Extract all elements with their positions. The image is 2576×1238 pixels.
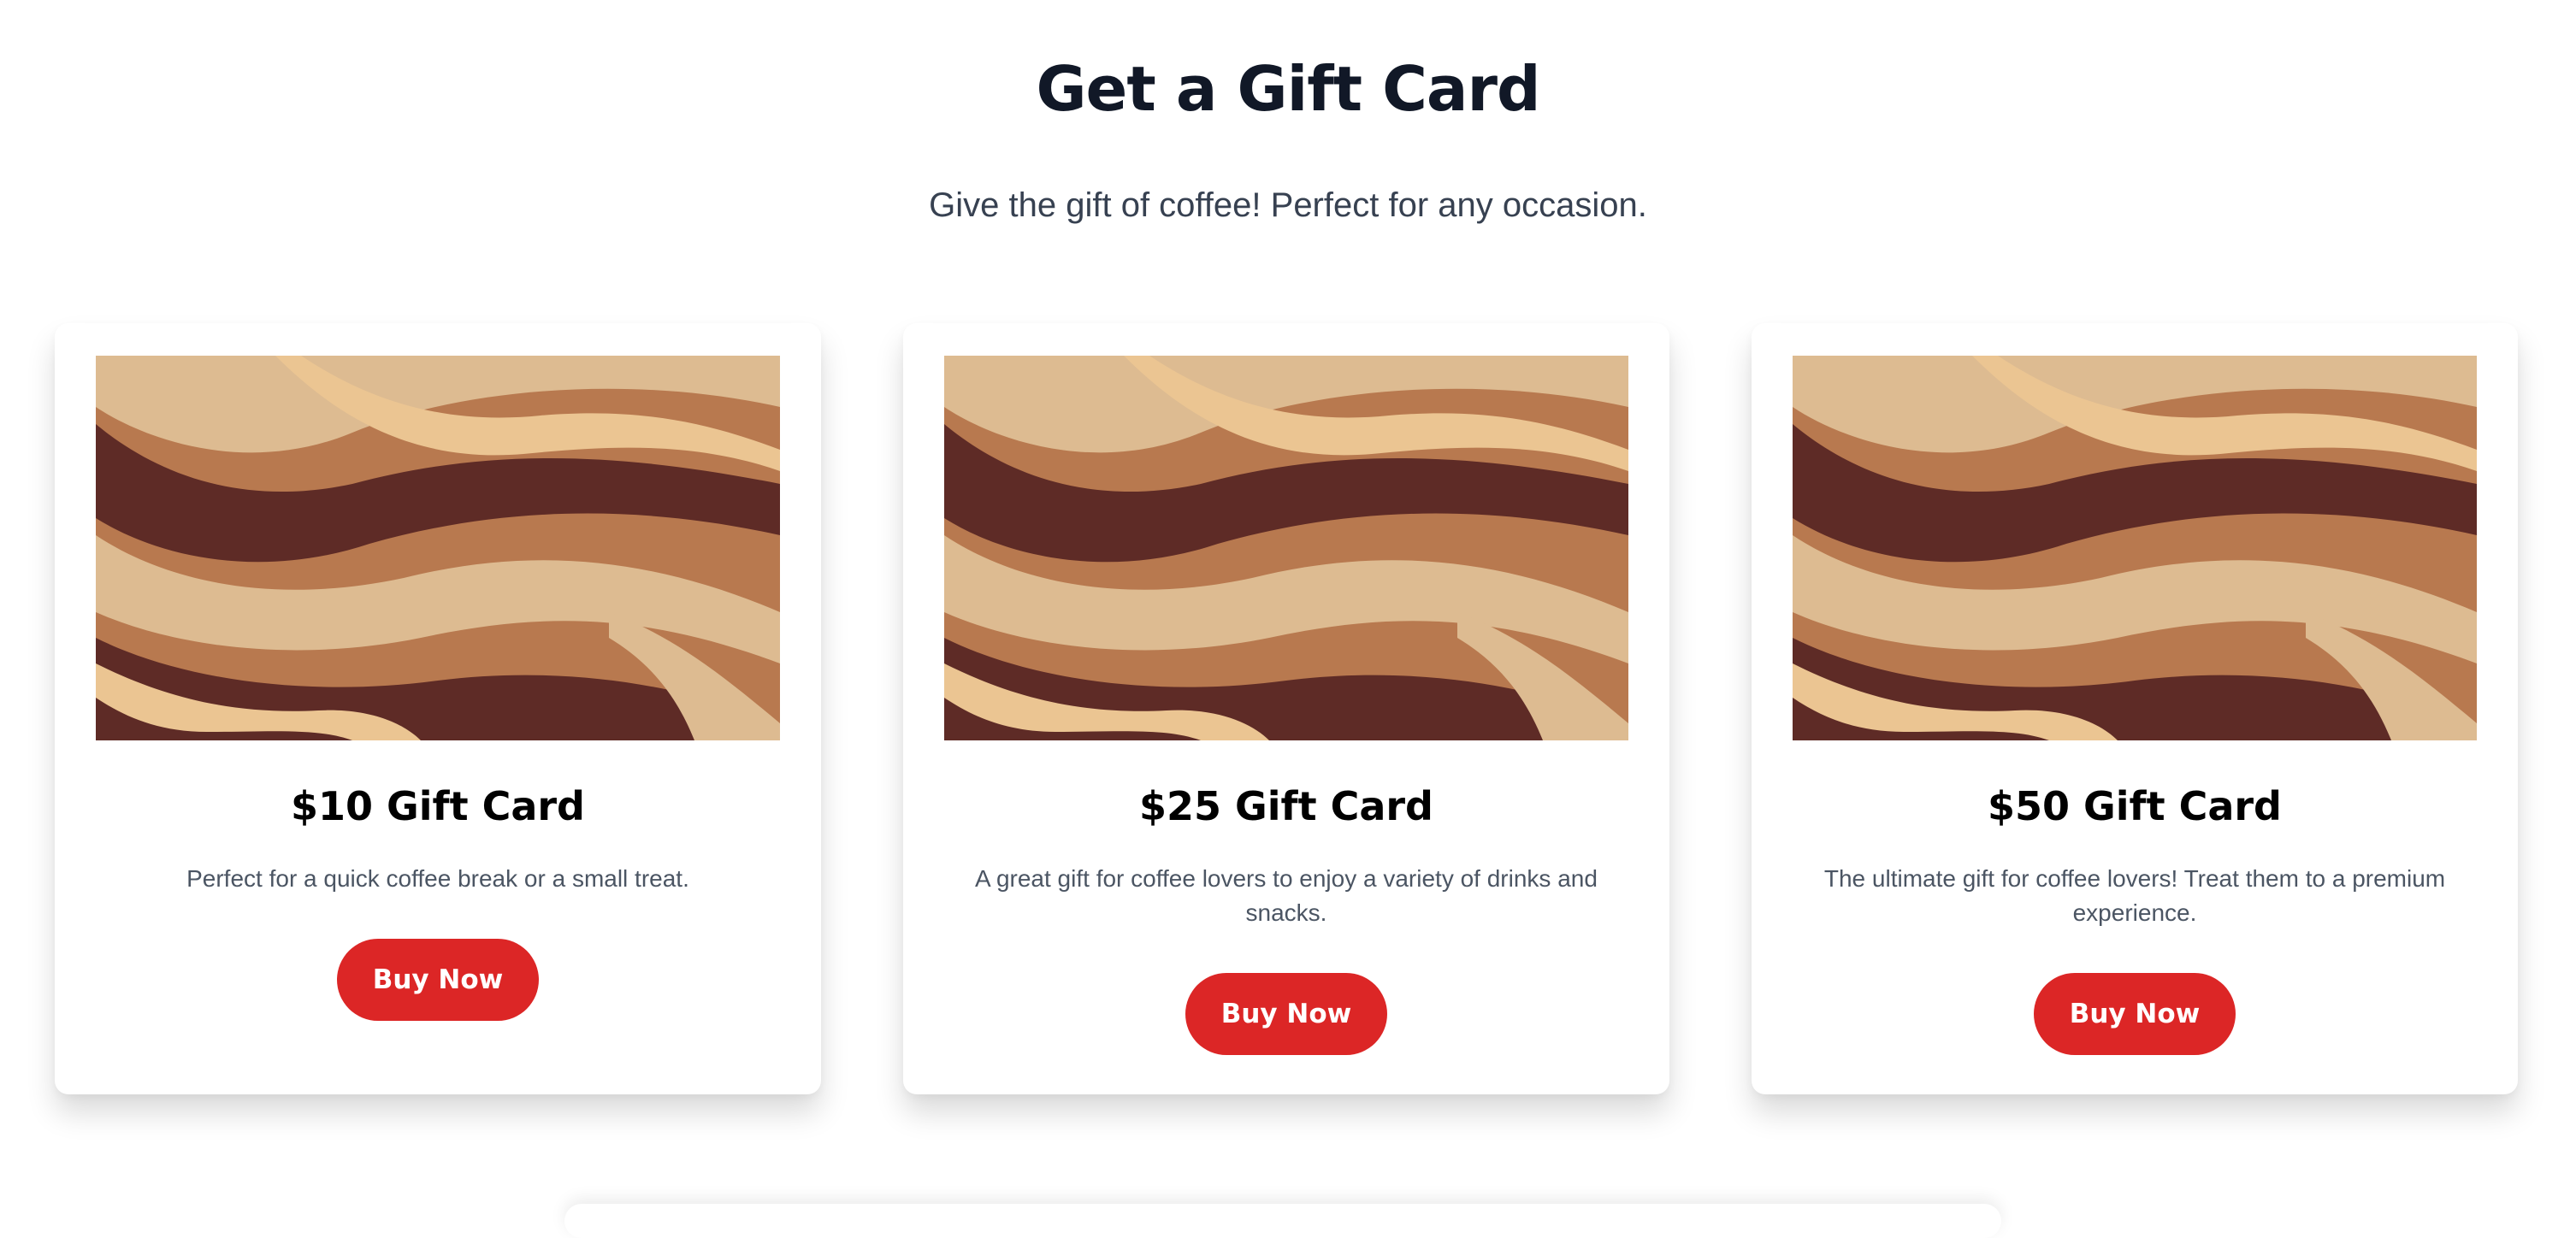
buy-now-button[interactable]: Buy Now bbox=[1185, 973, 1387, 1055]
gift-card-image bbox=[944, 356, 1628, 740]
page-subtitle: Give the gift of coffee! Perfect for any… bbox=[929, 186, 1647, 224]
card-description: The ultimate gift for coffee lovers! Tre… bbox=[1823, 865, 2446, 926]
buy-now-button[interactable]: Buy Now bbox=[337, 939, 539, 1021]
card-description: Perfect for a quick coffee break or a sm… bbox=[186, 865, 689, 892]
gift-card-25: $25 Gift Card A great gift for coffee lo… bbox=[903, 323, 1669, 1094]
card-title: $25 Gift Card bbox=[1139, 783, 1433, 829]
page-title: Get a Gift Card bbox=[1036, 53, 1540, 125]
card-title: $10 Gift Card bbox=[291, 783, 585, 829]
buy-now-button[interactable]: Buy Now bbox=[2034, 973, 2236, 1055]
gift-card-image bbox=[96, 356, 780, 740]
next-section-edge bbox=[564, 1204, 2001, 1238]
gift-card-10: $10 Gift Card Perfect for a quick coffee… bbox=[55, 323, 821, 1094]
card-description: A great gift for coffee lovers to enjoy … bbox=[975, 865, 1598, 926]
card-title: $50 Gift Card bbox=[1988, 783, 2282, 829]
gift-card-50: $50 Gift Card The ultimate gift for coff… bbox=[1752, 323, 2518, 1094]
gift-card-image bbox=[1793, 356, 2477, 740]
